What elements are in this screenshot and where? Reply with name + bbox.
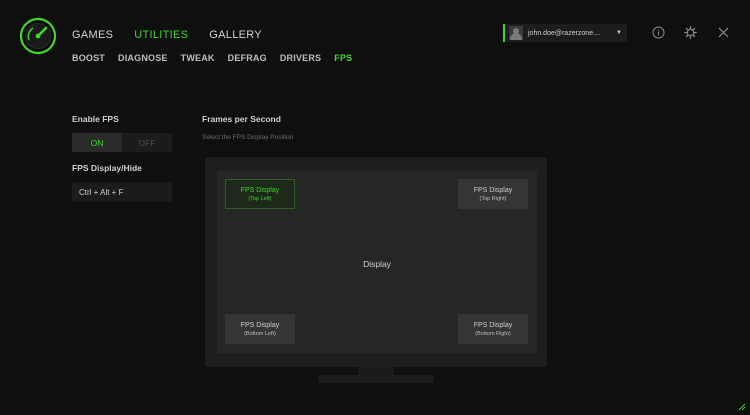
account-dropdown[interactable]: john.doe@razerzone.... ▼: [503, 24, 627, 42]
position-top-left-button[interactable]: FPS Display (Top Left): [225, 179, 295, 209]
app-window: GAMES UTILITIES GALLERY BOOST DIAGNOSE T…: [0, 0, 750, 415]
position-title: FPS Display: [473, 186, 513, 194]
account-email: john.doe@razerzone....: [528, 29, 601, 37]
toggle-on-option[interactable]: ON: [72, 133, 122, 152]
sub-nav: BOOST DIAGNOSE TWEAK DEFRAG DRIVERS FPS: [72, 53, 365, 63]
position-bottom-right-button[interactable]: FPS Display (Bottom Right): [458, 314, 528, 344]
toggle-off-option[interactable]: OFF: [122, 133, 172, 152]
position-title: FPS Display: [240, 186, 280, 194]
razer-cortex-logo-icon: [20, 18, 56, 54]
position-title: FPS Display: [240, 321, 280, 329]
position-subtitle: (Bottom Right): [475, 330, 511, 337]
tab-drivers[interactable]: DRIVERS: [280, 53, 321, 63]
monitor-stand-base: [318, 375, 434, 383]
enable-fps-label: Enable FPS: [72, 114, 119, 124]
position-subtitle: (Top Right): [479, 195, 507, 202]
display-label: Display: [363, 259, 391, 269]
hotkey-input[interactable]: Ctrl + Alt + F: [72, 182, 172, 202]
nav-games[interactable]: GAMES: [72, 29, 113, 41]
tab-diagnose[interactable]: DIAGNOSE: [118, 53, 168, 63]
section-description: Select the FPS Display Position: [202, 134, 294, 141]
nav-utilities[interactable]: UTILITIES: [134, 29, 188, 41]
info-icon[interactable]: [652, 26, 665, 39]
avatar: [509, 26, 523, 40]
section-title: Frames per Second: [202, 114, 281, 124]
position-top-right-button[interactable]: FPS Display (Top Right): [458, 179, 528, 209]
main-nav: GAMES UTILITIES GALLERY: [72, 29, 283, 41]
enable-fps-toggle[interactable]: ON OFF: [72, 133, 172, 152]
gear-icon[interactable]: [684, 26, 697, 39]
nav-gallery[interactable]: GALLERY: [209, 29, 262, 41]
tab-boost[interactable]: BOOST: [72, 53, 105, 63]
monitor-stand-neck: [358, 367, 394, 375]
position-subtitle: (Top Left): [248, 195, 272, 202]
position-subtitle: (Bottom Left): [244, 330, 276, 337]
close-icon[interactable]: [717, 26, 730, 39]
position-bottom-left-button[interactable]: FPS Display (Bottom Left): [225, 314, 295, 344]
position-title: FPS Display: [473, 321, 513, 329]
fps-display-hide-label: FPS Display/Hide: [72, 163, 142, 173]
resize-grip-icon[interactable]: [738, 403, 746, 411]
tab-tweak[interactable]: TWEAK: [181, 53, 215, 63]
tab-defrag[interactable]: DEFRAG: [228, 53, 267, 63]
caret-down-icon: ▼: [616, 30, 622, 36]
tab-fps[interactable]: FPS: [334, 53, 352, 63]
